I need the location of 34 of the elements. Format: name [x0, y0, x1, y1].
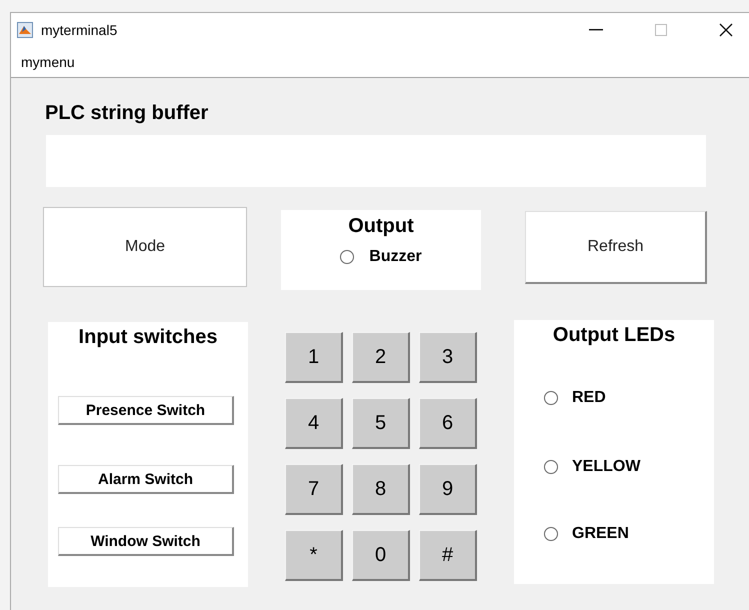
keypad-key[interactable]: 8	[352, 464, 410, 515]
panel-title: Output	[348, 214, 414, 239]
keypad-key[interactable]: 3	[419, 332, 477, 383]
switch-button[interactable]: Window Switch	[58, 527, 234, 556]
keypad-key[interactable]: 9	[419, 464, 477, 515]
radio-label: Buzzer	[369, 248, 422, 266]
minimize-icon[interactable]	[589, 28, 603, 30]
keypad-key[interactable]: 7	[285, 464, 343, 515]
radio-label: YELLOW	[572, 458, 640, 476]
switch-button[interactable]: Presence Switch	[58, 396, 234, 425]
mode-button[interactable]: Mode	[43, 207, 247, 287]
radio-button[interactable]	[544, 391, 558, 405]
keypad-key[interactable]: 6	[419, 398, 477, 449]
keypad-key[interactable]: 2	[352, 332, 410, 383]
buffer-label: PLC string buffer	[45, 101, 210, 126]
keypad-key[interactable]: 4	[285, 398, 343, 449]
keypad-key[interactable]: 1	[285, 332, 343, 383]
menu-item[interactable]: mymenu	[21, 54, 75, 70]
keypad-key[interactable]: #	[419, 530, 477, 581]
radio-button[interactable]	[544, 460, 558, 474]
radio-label: GREEN	[572, 525, 629, 543]
keypad-key[interactable]: *	[285, 530, 343, 581]
refresh-button[interactable]: Refresh	[525, 211, 707, 284]
keypad-key[interactable]: 0	[352, 530, 410, 581]
radio-label: RED	[572, 389, 606, 407]
radio-button[interactable]	[544, 527, 558, 541]
radio-button[interactable]	[340, 250, 354, 264]
panel-title: Output LEDs	[552, 323, 676, 348]
panel-title: Input switches	[78, 325, 218, 350]
switch-button[interactable]: Alarm Switch	[58, 465, 234, 494]
close-icon[interactable]	[719, 22, 733, 36]
keypad-key[interactable]: 5	[352, 398, 410, 449]
app-icon	[17, 22, 33, 38]
window-title: myterminal5	[41, 22, 118, 38]
